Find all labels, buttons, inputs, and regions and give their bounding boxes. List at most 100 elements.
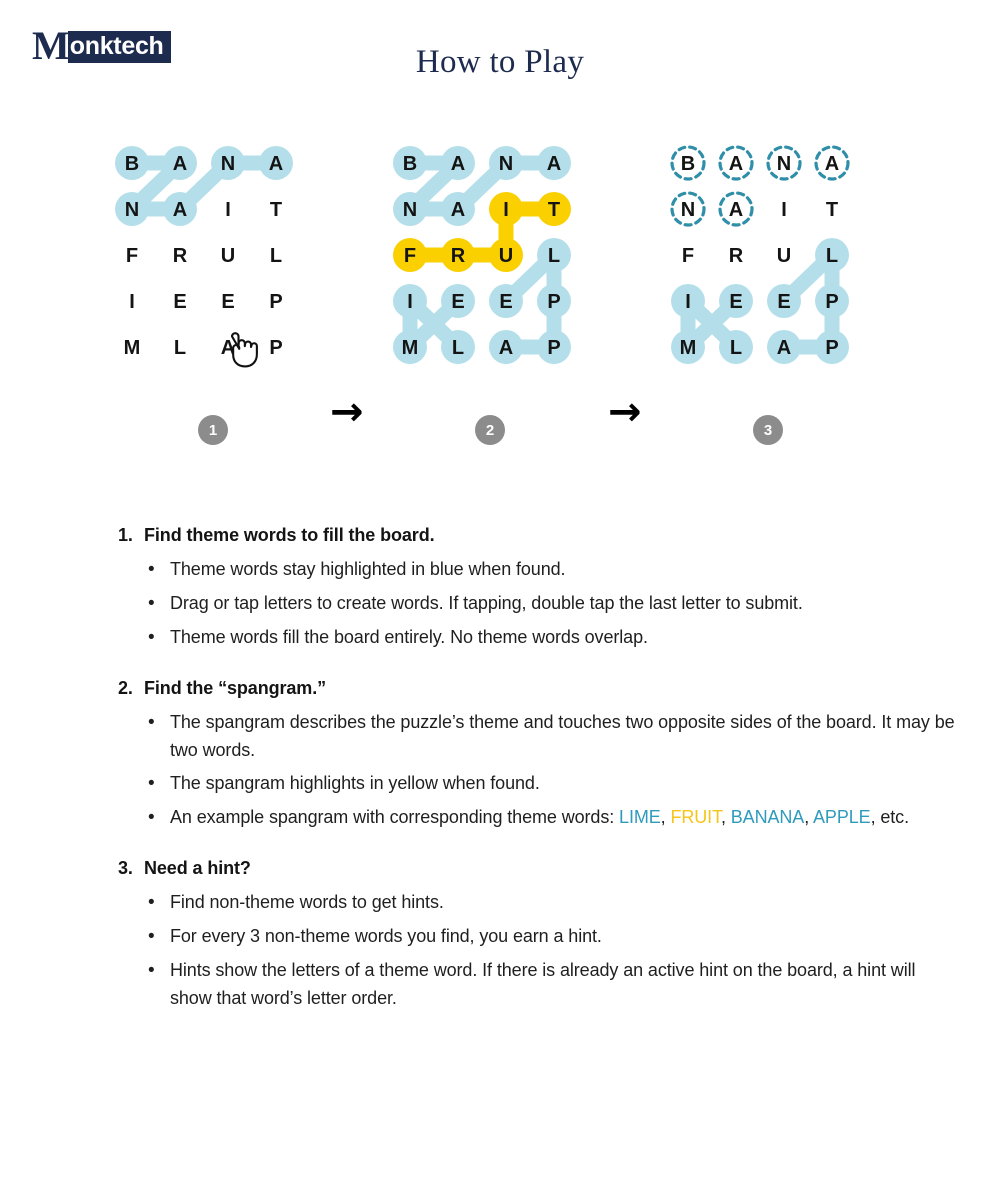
sep-1: ,	[660, 807, 671, 828]
step-badge-2: 2	[475, 415, 505, 445]
svg-text:A: A	[729, 153, 743, 175]
list-item: Drag or tap letters to create words. If …	[118, 589, 958, 618]
section-1-heading: 1. Find theme words to fill the board.	[118, 525, 958, 546]
section-1-title: Find theme words to fill the board.	[144, 525, 435, 545]
svg-text:L: L	[452, 337, 464, 359]
section-1-number: 1.	[118, 525, 133, 545]
svg-text:E: E	[777, 291, 790, 313]
example-tail-text: , etc.	[870, 807, 910, 828]
example-word-apple: APPLE	[813, 807, 871, 828]
step-3-board: B A N A N A I T F R U L I E E P M L A P	[664, 140, 904, 400]
svg-text:I: I	[685, 291, 691, 313]
list-item: The spangram highlights in yellow when f…	[118, 769, 958, 798]
svg-text:L: L	[826, 245, 838, 267]
svg-text:T: T	[826, 199, 838, 221]
section-2-heading: 2. Find the “spangram.”	[118, 678, 958, 699]
svg-text:A: A	[269, 153, 283, 175]
svg-text:I: I	[407, 291, 413, 313]
section-2-number: 2.	[118, 677, 133, 698]
svg-text:A: A	[729, 199, 743, 221]
how-to-play-diagram: B A N A N A I T F R U L I E E P M L A P → B A N A N A I T F R U L I E E P M…	[0, 140, 1000, 470]
sep-2: ,	[720, 807, 731, 828]
svg-text:U: U	[221, 245, 235, 267]
svg-text:E: E	[221, 291, 234, 313]
instructions-list: 1. Find theme words to fill the board. T…	[118, 525, 958, 1039]
svg-text:L: L	[270, 245, 282, 267]
list-item: Hints show the letters of a theme word. …	[118, 956, 958, 1013]
svg-text:I: I	[503, 199, 509, 221]
svg-text:A: A	[825, 153, 839, 175]
svg-text:A: A	[499, 337, 513, 359]
step-badge-3: 3	[753, 415, 783, 445]
svg-text:A: A	[547, 153, 561, 175]
section-1-bullets: Theme words stay highlighted in blue whe…	[118, 555, 958, 652]
list-item: Find non-theme words to get hints.	[118, 888, 958, 917]
example-word-fruit: FRUIT	[670, 807, 721, 828]
svg-text:P: P	[269, 337, 282, 359]
svg-text:A: A	[173, 153, 187, 175]
section-3-title: Need a hint?	[144, 858, 251, 879]
example-lead-text: An example spangram with corresponding t…	[170, 807, 620, 828]
svg-text:E: E	[451, 291, 464, 313]
list-item: Theme words fill the board entirely. No …	[118, 623, 958, 652]
svg-text:P: P	[547, 337, 560, 359]
step-1-board: BANANAITFRULIEEPMLAP	[108, 140, 348, 400]
svg-text:F: F	[404, 245, 416, 267]
svg-text:P: P	[825, 291, 838, 313]
list-item: Theme words stay highlighted in blue whe…	[118, 555, 958, 584]
svg-text:U: U	[499, 245, 513, 267]
example-word-lime: LIME	[619, 807, 661, 828]
pointing-hand-icon	[230, 332, 258, 368]
instruction-section-3: 3. Need a hint? Find non-theme words to …	[118, 858, 958, 1013]
svg-text:F: F	[682, 245, 694, 267]
svg-text:A: A	[777, 337, 791, 359]
svg-text:E: E	[499, 291, 512, 313]
arrow-2-to-3-icon: →	[608, 389, 642, 435]
svg-text:L: L	[174, 337, 186, 359]
svg-text:M: M	[680, 337, 697, 359]
step-1-board-svg: B A N AN A I TF R U LI E E PM L A P	[115, 146, 293, 368]
step-3-board-svg: B A N A N A I T F R U L I E E P M L A P	[670, 145, 850, 364]
svg-text:N: N	[777, 153, 791, 175]
svg-text:I: I	[129, 291, 135, 313]
svg-text:N: N	[125, 199, 139, 221]
svg-text:B: B	[681, 153, 695, 175]
page-title: How to Play	[415, 44, 585, 80]
svg-text:M: M	[402, 337, 419, 359]
svg-text:E: E	[173, 291, 186, 313]
svg-text:L: L	[548, 245, 560, 267]
step-2-board-svg: B A N A N A I T F R U L I E E P M L A P	[393, 146, 571, 364]
section-3-bullets: Find non-theme words to get hints. For e…	[118, 888, 958, 1013]
svg-text:N: N	[403, 199, 417, 221]
section-3-number: 3.	[118, 858, 133, 879]
svg-text:P: P	[547, 291, 560, 313]
sep-3: ,	[804, 807, 814, 828]
svg-text:U: U	[777, 245, 791, 267]
svg-text:T: T	[270, 199, 282, 221]
list-item: The spangram describes the puzzle’s them…	[118, 708, 958, 765]
svg-text:N: N	[681, 199, 695, 221]
step-badge-1: 1	[198, 415, 228, 445]
svg-text:A: A	[451, 199, 465, 221]
svg-text:N: N	[221, 153, 235, 175]
arrow-1-to-2-icon: →	[330, 389, 364, 435]
svg-text:P: P	[269, 291, 282, 313]
svg-text:B: B	[125, 153, 139, 175]
svg-text:F: F	[126, 245, 138, 267]
step-2-board: B A N A N A I T F R U L I E E P M L A P	[386, 140, 626, 400]
svg-text:B: B	[403, 153, 417, 175]
section-3-heading: 3. Need a hint?	[118, 858, 958, 879]
instruction-section-1: 1. Find theme words to fill the board. T…	[118, 525, 958, 652]
instruction-section-2: 2. Find the “spangram.” The spangram des…	[118, 678, 958, 833]
section-2-bullets: The spangram describes the puzzle’s them…	[118, 708, 958, 833]
svg-text:L: L	[730, 337, 742, 359]
svg-text:A: A	[451, 153, 465, 175]
svg-text:I: I	[781, 199, 787, 221]
svg-text:R: R	[729, 245, 744, 267]
svg-text:N: N	[499, 153, 513, 175]
svg-text:T: T	[548, 199, 560, 221]
svg-text:M: M	[124, 337, 141, 359]
list-item: For every 3 non-theme words you find, yo…	[118, 922, 958, 951]
svg-text:P: P	[825, 337, 838, 359]
svg-text:R: R	[173, 245, 188, 267]
